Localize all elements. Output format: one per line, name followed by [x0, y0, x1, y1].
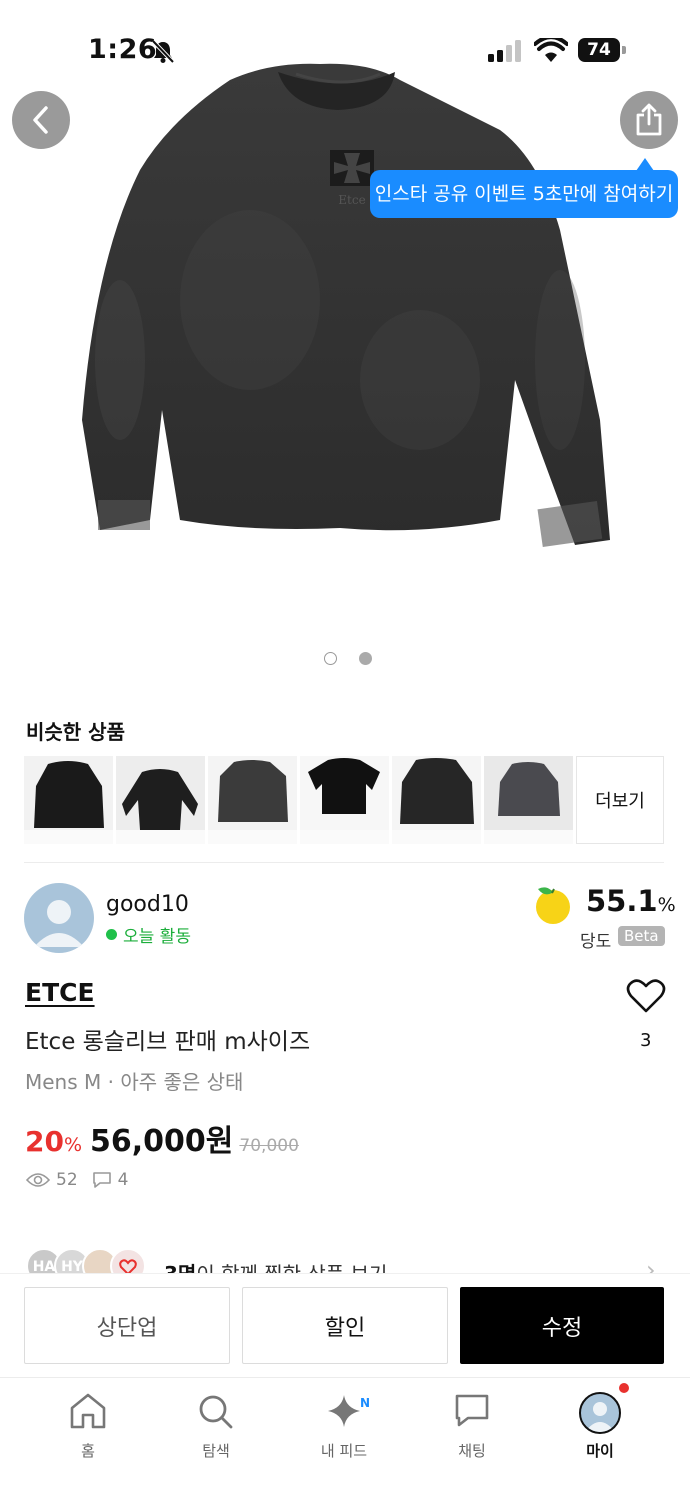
chevron-left-icon	[33, 106, 48, 134]
similar-item-thumbnail[interactable]	[392, 756, 481, 844]
bottom-tab-bar: 홈 탐색 N 내 피드 채팅 마이	[0, 1377, 690, 1500]
discount-rate: 20	[25, 1125, 64, 1158]
tab-feed-label: 내 피드	[320, 1442, 368, 1460]
similar-item-thumbnail[interactable]	[24, 756, 113, 844]
home-icon	[70, 1393, 106, 1429]
image-pager[interactable]	[324, 652, 372, 665]
product-image[interactable]: Etce	[0, 0, 690, 690]
eye-icon	[26, 1173, 50, 1187]
wishlist-text: 3명이 함께 찜한 상품 보기	[164, 1258, 387, 1274]
bump-button[interactable]: 상단업	[24, 1287, 230, 1364]
action-bar: 상단업 할인 수정	[0, 1273, 690, 1377]
similar-item-thumbnail[interactable]	[116, 756, 205, 844]
pager-dot-active[interactable]	[359, 652, 372, 665]
status-bar: 1:26 74	[0, 0, 690, 100]
battery-icon: 74	[578, 38, 626, 62]
beta-badge: Beta	[618, 926, 665, 946]
comment-icon	[92, 1172, 111, 1188]
fruit-icon	[536, 887, 570, 924]
wifi-icon	[534, 38, 568, 62]
seller-score-label: 당도	[580, 932, 612, 952]
wishlist-avatars: HA HY	[26, 1248, 146, 1274]
pager-dot[interactable]	[324, 652, 337, 665]
brand-link[interactable]: ETCE	[25, 978, 95, 1007]
notification-dot	[619, 1383, 629, 1393]
tab-search[interactable]: 탐색	[166, 1392, 266, 1461]
wishlist-row[interactable]: HA HY 3명이 함께 찜한 상품 보기 ›	[26, 1246, 666, 1274]
comment-count: 4	[117, 1170, 129, 1190]
like-count: 3	[640, 1030, 652, 1051]
product-photo-sweatshirt: Etce	[82, 63, 610, 548]
tab-home[interactable]: 홈	[38, 1392, 138, 1461]
tab-my-label: 마이	[586, 1442, 614, 1460]
heart-small-icon	[119, 1259, 137, 1274]
seller-score[interactable]: 55.1%	[586, 884, 676, 918]
tab-my[interactable]: 마이	[550, 1392, 650, 1461]
seller-avatar[interactable]	[24, 883, 94, 953]
tab-search-label: 탐색	[202, 1442, 230, 1460]
view-count: 52	[56, 1170, 78, 1190]
share-icon	[636, 103, 662, 136]
search-icon	[199, 1395, 233, 1429]
online-indicator	[106, 929, 117, 940]
avatar-icon	[579, 1392, 621, 1434]
share-button[interactable]	[620, 91, 678, 149]
share-event-tooltip[interactable]: 인스타 공유 이벤트 5초만에 참여하기	[370, 170, 678, 218]
seller-score-value: 55.1	[586, 884, 658, 918]
similar-products-row[interactable]: 더보기	[24, 756, 664, 844]
cellular-signal-icon	[488, 40, 521, 62]
heart-icon[interactable]	[626, 978, 666, 1014]
chevron-right-icon: ›	[646, 1256, 656, 1274]
discount-button[interactable]: 할인	[242, 1287, 448, 1364]
tab-chat[interactable]: 채팅	[422, 1392, 522, 1461]
chat-icon	[455, 1394, 489, 1427]
sale-price: 56,000원	[90, 1124, 234, 1159]
section-divider	[24, 862, 664, 863]
bell-off-icon	[151, 39, 175, 64]
similar-item-thumbnail[interactable]	[208, 756, 297, 844]
product-meta: Mens M · 아주 좋은 상태	[25, 1070, 244, 1094]
price-row: 20 % 56,000원 70,000	[25, 1116, 299, 1160]
new-badge: N	[356, 1394, 374, 1412]
back-button[interactable]	[12, 91, 70, 149]
edit-button[interactable]: 수정	[460, 1287, 664, 1364]
similar-item-thumbnail[interactable]	[484, 756, 573, 844]
product-stats: 52 4	[26, 1170, 128, 1190]
tab-chat-label: 채팅	[458, 1442, 486, 1460]
seller-activity-status: 오늘 활동	[106, 922, 191, 947]
wishlist-avatar-heart	[110, 1248, 146, 1274]
seller-score-unit: %	[657, 894, 676, 916]
svg-text:Etce: Etce	[338, 193, 365, 207]
seller-name[interactable]: good10	[106, 892, 189, 917]
seller-activity-label: 오늘 활동	[123, 927, 191, 947]
similar-products-title: 비슷한 상품	[26, 720, 125, 744]
similar-item-thumbnail[interactable]	[300, 756, 389, 844]
default-avatar-icon	[34, 900, 84, 947]
discount-unit: %	[63, 1134, 83, 1156]
product-name: Etce 롱슬리브 판매 m사이즈	[25, 1029, 311, 1055]
tab-feed[interactable]: N 내 피드	[294, 1392, 394, 1461]
status-time: 1:26	[88, 34, 158, 65]
original-price: 70,000	[239, 1136, 299, 1156]
battery-level: 74	[578, 38, 620, 62]
tab-home-label: 홈	[81, 1442, 95, 1460]
similar-more-button[interactable]: 더보기	[576, 756, 664, 844]
